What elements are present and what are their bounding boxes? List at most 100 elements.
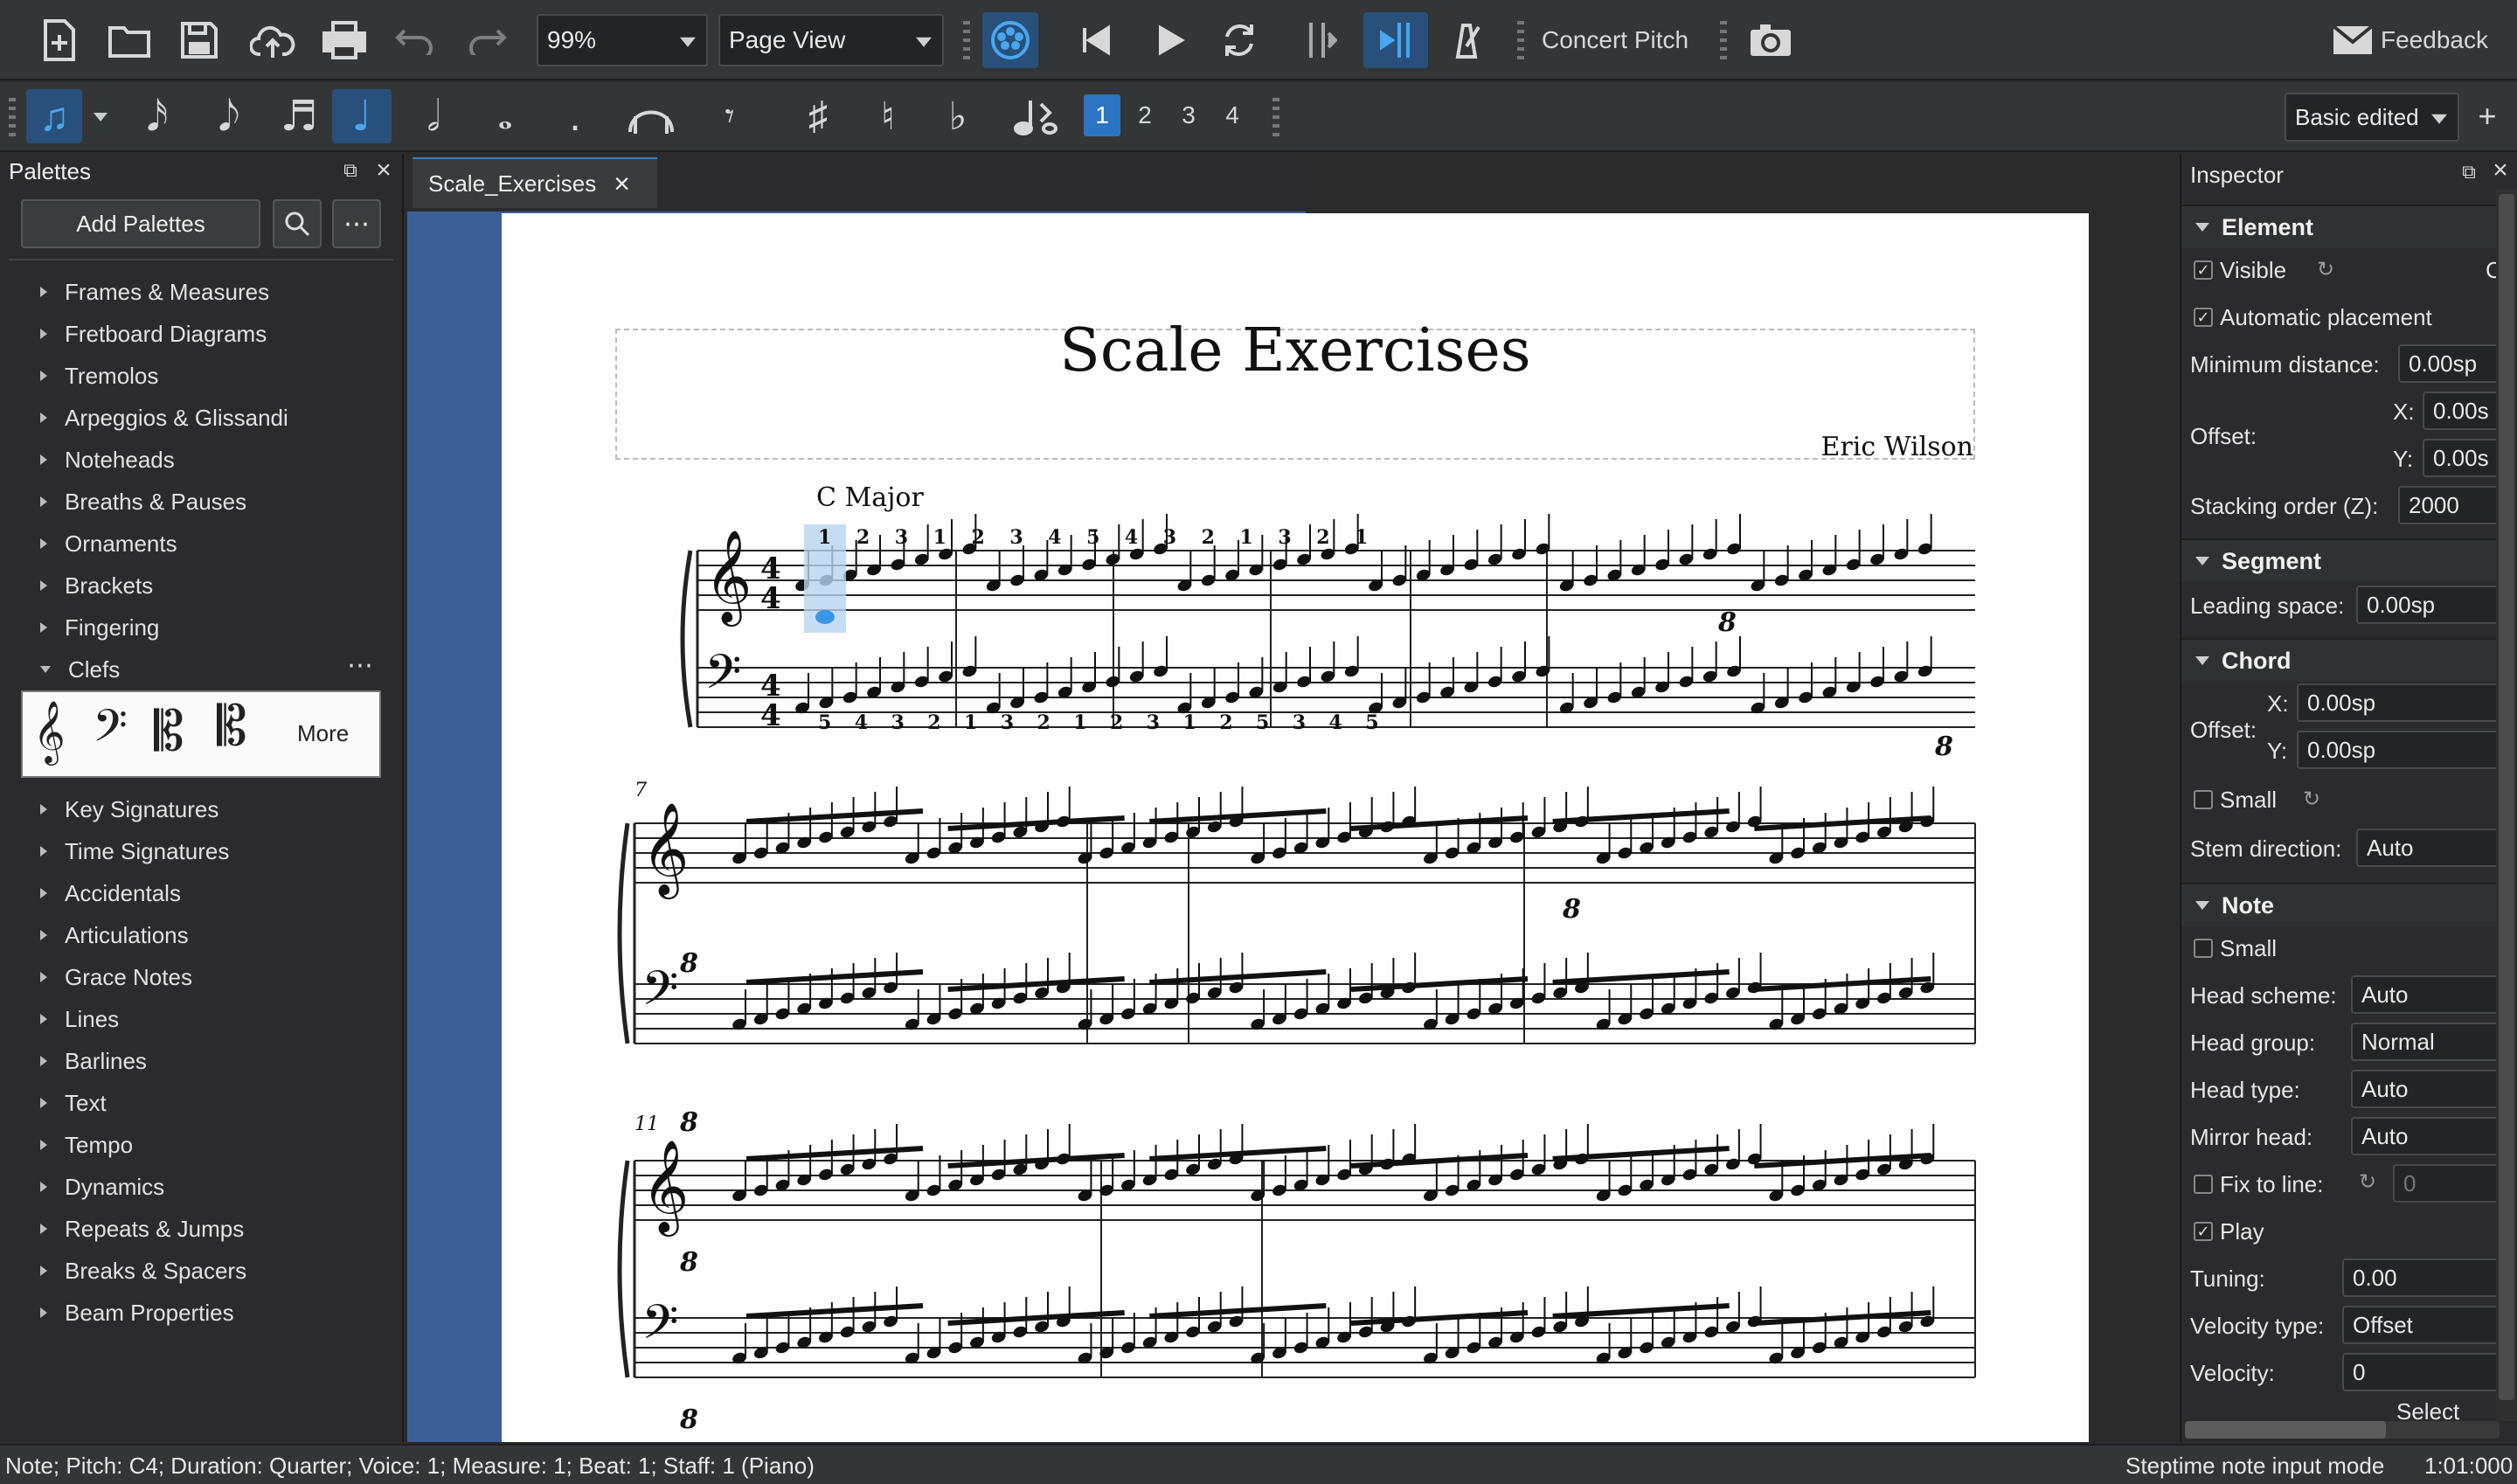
undock-icon[interactable]: ⧉	[2458, 161, 2480, 184]
workspace-combo[interactable]: Basic edited	[2285, 93, 2459, 142]
fingering[interactable]: 4	[855, 711, 868, 734]
palette-item[interactable]: Articulations	[0, 914, 402, 956]
ottava-mark[interactable]: 8	[679, 1404, 698, 1435]
palette-item[interactable]: Barlines	[0, 1040, 402, 1082]
treble-clef[interactable]: 𝄞	[641, 801, 689, 899]
palette-item[interactable]: Noteheads	[0, 439, 402, 481]
camera-icon[interactable]	[1744, 16, 1797, 65]
chord-offset-y-field[interactable]: 0.00sp	[2297, 731, 2517, 769]
palette-item[interactable]: Breaks & Spacers	[0, 1250, 402, 1292]
scrollbar-thumb[interactable]	[2185, 1421, 2386, 1439]
fingering[interactable]: 3	[1278, 526, 1291, 549]
head-group-combo[interactable]: Normal	[2351, 1023, 2517, 1061]
treble-clef-cell[interactable]: 𝄞	[33, 699, 66, 764]
palette-item[interactable]: Arpeggios & Glissandi	[0, 397, 402, 439]
palette-item[interactable]: Beam Properties	[0, 1292, 402, 1334]
add-palettes-button[interactable]: Add Palettes	[21, 199, 260, 248]
palette-item[interactable]: Key Signatures	[0, 788, 402, 830]
music-notation[interactable]: 𝄞𝄢𝄞𝄢𝄞𝄢44441 2 3 1 2 3 4 5 4 3 2 1 3 2 15 4 3 2 1 3 2 1 2 3 1 2 5 3 4…	[502, 213, 2089, 1442]
element-section-header[interactable]: Element	[2181, 205, 2517, 248]
chord-small-checkbox[interactable]	[2194, 790, 2213, 809]
treble-clef[interactable]: 𝄞	[704, 529, 752, 627]
voice-3-button[interactable]: 3	[1171, 94, 1206, 136]
time-signature[interactable]: 4	[760, 698, 781, 733]
fingering[interactable]: 3	[1009, 526, 1023, 549]
toolbar-grip[interactable]	[1720, 21, 1727, 59]
fingering[interactable]: 1	[1073, 711, 1086, 734]
fingering[interactable]: 3	[1001, 711, 1014, 734]
toolbar-grip[interactable]	[1517, 21, 1524, 59]
visible-checkbox[interactable]: ✓	[2194, 260, 2213, 280]
time-signature[interactable]: 4	[760, 581, 781, 616]
reset-icon[interactable]: ↻	[2312, 255, 2339, 283]
augmentation-dot-icon[interactable]: .	[549, 89, 601, 143]
flat-icon[interactable]: ♭	[932, 89, 984, 143]
fingering[interactable]: 5	[1256, 711, 1269, 734]
fingering[interactable]: 3	[895, 526, 908, 549]
palette-item[interactable]: Tempo	[0, 1124, 402, 1166]
fingering[interactable]: 2	[971, 526, 984, 549]
rewind-icon[interactable]	[1071, 16, 1120, 65]
beam[interactable]	[1149, 1303, 1327, 1319]
fingering[interactable]: 4	[1329, 711, 1342, 734]
ottava-mark[interactable]: 8	[679, 1247, 698, 1278]
fingering[interactable]: 1	[1240, 526, 1253, 549]
reset-icon[interactable]: ↻	[2299, 785, 2325, 813]
cloud-upload-icon[interactable]	[246, 16, 299, 65]
beam[interactable]	[1552, 969, 1730, 985]
bass-clef-cell[interactable]: 𝄢	[93, 699, 128, 764]
quarter-note-icon[interactable]: ♩	[332, 89, 392, 143]
undock-icon[interactable]: ⧉	[339, 159, 362, 182]
zoom-combo[interactable]: 99%	[537, 14, 708, 66]
bass-clef[interactable]: 𝄢	[641, 960, 678, 1028]
palette-item[interactable]: Text	[0, 1082, 402, 1124]
close-icon[interactable]: ×	[2487, 156, 2514, 184]
clefs-menu-icon[interactable]: ⋯	[343, 651, 378, 680]
ottava-mark[interactable]: 8	[1934, 732, 1953, 762]
toolbar-grip[interactable]	[1272, 98, 1279, 136]
fingering[interactable]: 1	[933, 526, 946, 549]
bass-clef[interactable]: 𝄢	[641, 1294, 678, 1362]
close-tab-icon[interactable]: ×	[614, 168, 630, 200]
sharp-icon[interactable]: ♯	[792, 89, 844, 143]
palette-item[interactable]: Accidentals	[0, 872, 402, 914]
loop-icon[interactable]	[1215, 16, 1264, 65]
print-icon[interactable]	[318, 16, 371, 65]
palette-item[interactable]: Brackets	[0, 565, 402, 607]
beam[interactable]	[1552, 808, 1730, 824]
fingering[interactable]: 2	[1202, 526, 1215, 549]
metronome-icon[interactable]	[1442, 16, 1491, 65]
fingering[interactable]: 5	[1086, 526, 1099, 549]
beam[interactable]	[1552, 1303, 1730, 1319]
leading-space-field[interactable]: 0.00sp	[2356, 586, 2517, 624]
search-palettes-button[interactable]	[273, 199, 322, 248]
fingering[interactable]: 1	[964, 711, 977, 734]
palette-item[interactable]: Repeats & Jumps	[0, 1208, 402, 1250]
note-section-header[interactable]: Note	[2181, 883, 2517, 926]
treble-clef[interactable]: 𝄞	[641, 1139, 689, 1237]
feedback-button[interactable]: Feedback	[2381, 19, 2503, 61]
score-tab[interactable]: Scale_Exercises ×	[413, 157, 657, 208]
toolbar-grip[interactable]	[963, 21, 970, 59]
fingering[interactable]: 1	[1355, 526, 1368, 549]
alto-clef-cell[interactable]: 𝄡	[154, 699, 184, 764]
tuning-field[interactable]: 0.00	[2342, 1259, 2517, 1297]
palette-item[interactable]: Ornaments	[0, 523, 402, 565]
loop-in-icon[interactable]	[1292, 12, 1348, 68]
fingering[interactable]: 3	[891, 711, 905, 734]
ottava-mark[interactable]: 8	[679, 1107, 698, 1138]
fingering[interactable]: 2	[1316, 526, 1329, 549]
save-icon[interactable]	[175, 16, 224, 65]
note-small-checkbox[interactable]	[2194, 939, 2213, 958]
palette-item[interactable]: Clefs	[0, 648, 402, 690]
palette-item[interactable]: Breaths & Pauses	[0, 481, 402, 523]
palettes-menu-button[interactable]: ⋯	[332, 199, 381, 248]
palette-item[interactable]: Dynamics	[0, 1166, 402, 1208]
half-note-icon[interactable]: 𝅗𝅥	[407, 89, 460, 143]
stem-direction-combo[interactable]: Auto	[2356, 829, 2517, 867]
piano-brace[interactable]	[680, 550, 693, 728]
beam[interactable]	[1149, 969, 1327, 985]
add-workspace-button[interactable]: +	[2470, 94, 2505, 138]
vertical-scrollbar[interactable]	[2496, 189, 2517, 1421]
voice-2-button[interactable]: 2	[1127, 94, 1162, 136]
